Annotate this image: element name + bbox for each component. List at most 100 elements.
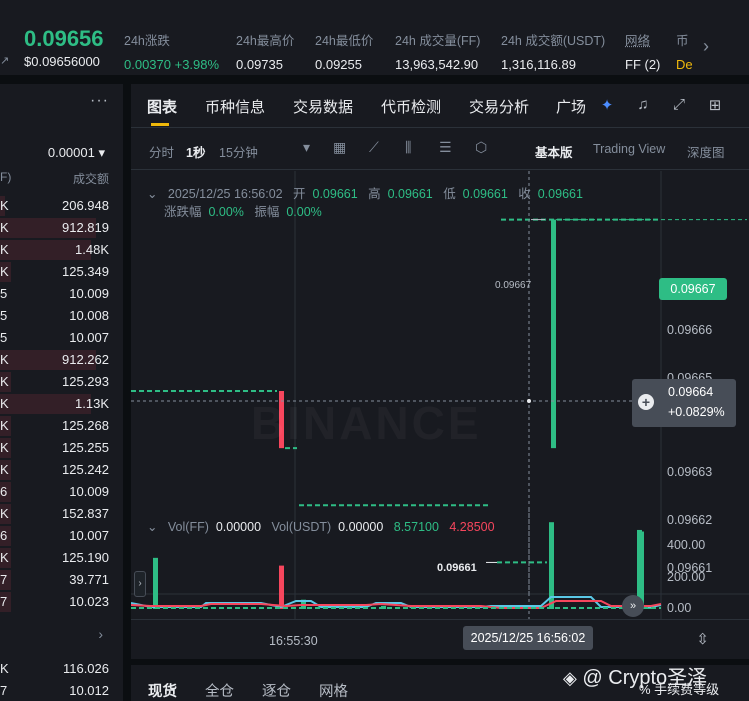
- orderbook-row[interactable]: K 1.48K: [0, 239, 123, 261]
- chevron-down-icon[interactable]: ▾: [303, 139, 310, 156]
- orderbook-amount: K: [0, 374, 9, 389]
- orderbook-turnover: 125.293: [62, 374, 109, 389]
- orderbook-row[interactable]: 7 10.012: [0, 680, 123, 701]
- tab-isolated[interactable]: 逐仓: [262, 680, 291, 701]
- tab-coin-info[interactable]: 币种信息: [205, 96, 265, 117]
- vol-y-tick: 400.00: [667, 538, 706, 552]
- more-options-icon[interactable]: ···: [90, 92, 109, 110]
- binance-watermark: BINANCE: [251, 396, 482, 450]
- collapse-left-button[interactable]: ›: [134, 571, 146, 597]
- orderbook-row[interactable]: 5 10.008: [0, 305, 123, 327]
- orderbook-amount: 6: [0, 484, 8, 499]
- orderbook-row[interactable]: 6 10.007: [0, 525, 123, 547]
- scroll-to-latest-button[interactable]: »: [622, 595, 644, 617]
- volume-legend: ⌄ Vol(FF) 0.00000 Vol(USDT) 0.00000 8.57…: [147, 520, 495, 534]
- orderbook-turnover: 39.771: [69, 572, 109, 587]
- price-step-select[interactable]: 0.00001 ▾: [48, 145, 105, 161]
- orderbook-turnover: 1.48K: [75, 242, 109, 257]
- orderbook-row[interactable]: K 1.13K: [0, 393, 123, 415]
- orderbook-turnover: 125.242: [62, 462, 109, 477]
- orderbook-row[interactable]: 6 10.009: [0, 481, 123, 503]
- crosshair-price-tag[interactable]: + 0.09664 +0.0829%: [632, 379, 736, 427]
- orderbook-turnover: 125.190: [62, 550, 109, 565]
- orderbook-turnover: 125.268: [62, 418, 109, 433]
- orderbook-amount: K: [0, 506, 9, 521]
- orderbook-row[interactable]: K 116.026: [0, 658, 123, 680]
- orderbook-row[interactable]: 7 39.771: [0, 569, 123, 591]
- orderbook-row[interactable]: K 206.948: [0, 195, 123, 217]
- orderbook-row[interactable]: K 125.255: [0, 437, 123, 459]
- orderbook-turnover: 206.948: [62, 198, 109, 213]
- stat-24h-high: 24h最高价 0.09735: [236, 34, 295, 72]
- last-price-usd: $0.09656000: [24, 54, 100, 69]
- grid-icon[interactable]: ⊞: [705, 96, 725, 116]
- orderbook-amount: K: [0, 440, 9, 455]
- tab-trade-data[interactable]: 交易数据: [293, 96, 353, 117]
- orderbook-row[interactable]: K 125.190: [0, 547, 123, 569]
- ai-sparkle-icon[interactable]: ✦: [597, 96, 617, 116]
- watermark-credit: ◈ @ Crypto圣泽: [563, 667, 708, 689]
- orderbook-row[interactable]: K 912.819: [0, 217, 123, 239]
- view-basic[interactable]: 基本版: [535, 142, 573, 161]
- chevron-right-icon[interactable]: ›: [98, 626, 103, 642]
- tab-grid[interactable]: 网格: [319, 680, 348, 701]
- binance-logo-icon: ◈: [563, 668, 577, 688]
- stat-24h-low: 24h最低价 0.09255: [315, 34, 374, 72]
- hexagon-icon[interactable]: ⬡: [475, 139, 487, 156]
- orderbook-turnover: 912.262: [62, 352, 109, 367]
- ohlc-legend-2: 涨跌幅 0.00% 振幅 0.00%: [164, 205, 322, 219]
- orderbook-header-turnover: 成交额: [72, 172, 109, 186]
- tab-spot[interactable]: 现货: [148, 680, 177, 701]
- stat-network[interactable]: 网络 FF (2): [625, 30, 660, 72]
- orderbook-turnover: 10.009: [69, 484, 109, 499]
- view-depth[interactable]: 深度图: [687, 142, 725, 161]
- tab-cross[interactable]: 全仓: [205, 680, 234, 701]
- orderbook-turnover: 10.008: [69, 308, 109, 323]
- orderbook-row[interactable]: K 152.837: [0, 503, 123, 525]
- orderbook-row[interactable]: K 125.293: [0, 371, 123, 393]
- orderbook-amount: K: [0, 352, 9, 367]
- orderbook-turnover: 125.349: [62, 264, 109, 279]
- chart-toolbar: 分时 1秒 15分钟 ▾ ▦ ⟋ ⫼ ☰ ⬡ 基本版 Trading View …: [131, 128, 749, 170]
- tab-square[interactable]: 广场: [556, 96, 586, 117]
- orderbook-amount: 5: [0, 308, 8, 323]
- orderbook-turnover: 10.012: [69, 683, 109, 698]
- candle: [551, 219, 556, 449]
- orderbook-turnover: 912.819: [62, 220, 109, 235]
- volume-chart[interactable]: ⌄ Vol(FF) 0.00000 Vol(USDT) 0.00000 8.57…: [131, 509, 749, 619]
- calendar-icon[interactable]: ▦: [333, 139, 346, 156]
- interval-time[interactable]: 分时: [149, 142, 174, 161]
- y-tick: 0.09666: [667, 323, 713, 337]
- x-tick: 16:55:30: [269, 634, 318, 648]
- bell-icon[interactable]: ♫: [633, 96, 653, 116]
- settings-icon[interactable]: ☰: [439, 139, 452, 156]
- interval-15m[interactable]: 15分钟: [219, 142, 258, 161]
- tab-chart[interactable]: 图表: [147, 96, 177, 126]
- view-tradingview[interactable]: Trading View: [593, 142, 665, 156]
- ohlc-legend: ⌄ 2025/12/25 16:56:02 开 0.09661 高 0.0966…: [147, 187, 583, 201]
- vol-y-tick: 0.00: [667, 601, 692, 615]
- collapse-chevron-icon[interactable]: ⌄: [147, 520, 157, 534]
- orderbook-row[interactable]: 5 10.009: [0, 283, 123, 305]
- expand-icon[interactable]: ⤢: [669, 96, 689, 116]
- orderbook-amount: 6: [0, 528, 8, 543]
- orderbook-row[interactable]: K 125.268: [0, 415, 123, 437]
- orderbook-row[interactable]: K 125.349: [0, 261, 123, 283]
- tab-token-check[interactable]: 代币检测: [381, 96, 441, 117]
- orderbook-row[interactable]: 5 10.007: [0, 327, 123, 349]
- interval-1s[interactable]: 1秒: [186, 142, 205, 161]
- orderbook-turnover: 10.007: [69, 330, 109, 345]
- last-price: 0.09656: [24, 26, 104, 51]
- plus-icon[interactable]: +: [638, 394, 654, 410]
- collapse-chevron-icon[interactable]: ⌄: [147, 187, 157, 201]
- tab-trade-analysis[interactable]: 交易分析: [469, 96, 529, 117]
- candle-type-icon[interactable]: ⫼: [405, 139, 411, 156]
- indicator-icon[interactable]: ⟋: [369, 139, 379, 156]
- orderbook-row[interactable]: 7 10.023: [0, 591, 123, 613]
- orderbook-row[interactable]: K 125.242: [0, 459, 123, 481]
- orderbook-turnover: 10.007: [69, 528, 109, 543]
- chevron-right-icon[interactable]: ›: [703, 36, 709, 57]
- orderbook-row[interactable]: K 912.262: [0, 349, 123, 371]
- reset-scale-icon[interactable]: ⇳: [696, 630, 709, 648]
- orderbook-amount: K: [0, 462, 9, 477]
